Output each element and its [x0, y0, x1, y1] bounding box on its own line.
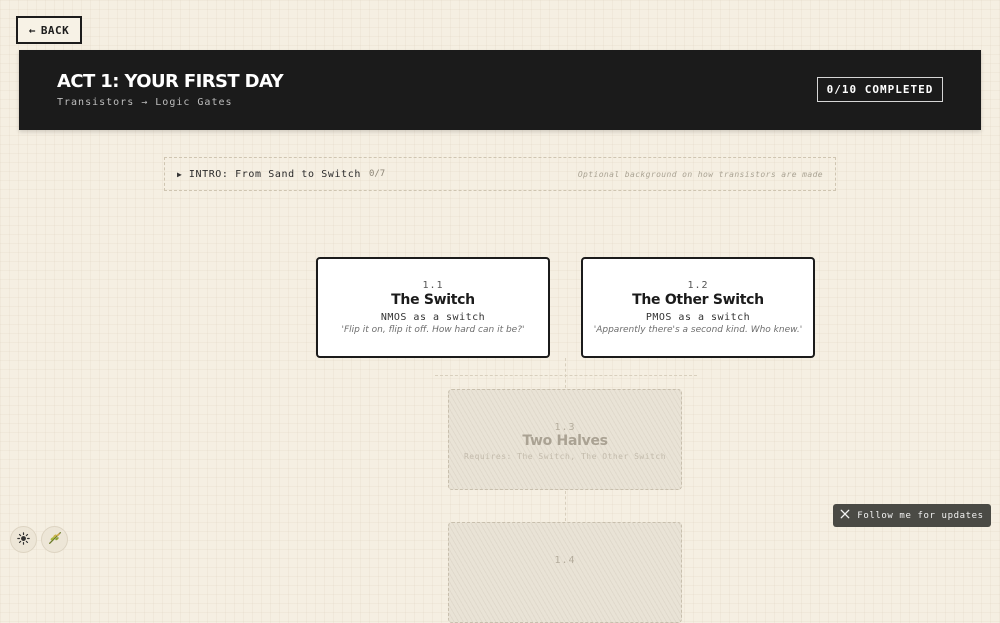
lesson-title: Two Halves: [522, 433, 608, 449]
lesson-description: NMOS as a switch: [380, 312, 486, 323]
intro-title: INTRO: From Sand to Switch: [188, 168, 361, 180]
page-subtitle: Transistors → Logic Gates: [57, 97, 233, 108]
lesson-requirement: Requires: The Switch, The Other Switch: [463, 452, 667, 461]
lesson-quote: 'Flip it on, flip it off. How hard can i…: [341, 325, 525, 335]
lesson-number: 1.1: [422, 280, 444, 291]
lesson-card-1-3: 1.3 Two Halves Requires: The Switch, The…: [448, 389, 682, 490]
sun-icon: [17, 531, 30, 548]
intro-note: Optional background on how transistors a…: [577, 169, 823, 179]
lesson-description: PMOS as a switch: [645, 312, 751, 323]
back-label: BACK: [40, 23, 70, 37]
lesson-number: 1.4: [554, 555, 576, 566]
intro-section-toggle[interactable]: ▶ INTRO: From Sand to Switch 0/7 Optiona…: [164, 157, 836, 191]
lesson-number: 1.2: [687, 280, 709, 291]
x-logo-icon: [840, 509, 850, 522]
lesson-card-1-2[interactable]: 1.2 The Other Switch PMOS as a switch 'A…: [581, 257, 815, 358]
page-title: ACT 1: YOUR FIRST DAY: [57, 71, 284, 92]
intro-count: 0/7: [368, 169, 386, 179]
back-arrow-icon: ←: [28, 23, 36, 37]
lesson-number: 1.3: [554, 422, 576, 433]
plant-icon: [47, 530, 63, 549]
lesson-card-1-1[interactable]: 1.1 The Switch NMOS as a switch 'Flip it…: [316, 257, 550, 358]
lesson-card-1-4: 1.4: [448, 522, 682, 623]
plant-button[interactable]: [41, 526, 68, 553]
lesson-title: The Other Switch: [632, 292, 764, 308]
lesson-title: The Switch: [391, 292, 475, 308]
act-header: ACT 1: YOUR FIRST DAY Transistors → Logi…: [19, 50, 981, 130]
theme-toggle-button[interactable]: [10, 526, 37, 553]
connector-line: [565, 491, 566, 521]
connector-line: [565, 358, 566, 388]
progress-badge: 0/10 COMPLETED: [817, 77, 943, 102]
connector-line: [435, 375, 697, 376]
lesson-quote: 'Apparently there's a second kind. Who k…: [593, 325, 803, 335]
follow-updates-button[interactable]: Follow me for updates: [833, 504, 991, 527]
caret-right-icon: ▶: [177, 169, 182, 179]
back-button[interactable]: ← BACK: [16, 16, 82, 44]
follow-label: Follow me for updates: [857, 510, 984, 521]
